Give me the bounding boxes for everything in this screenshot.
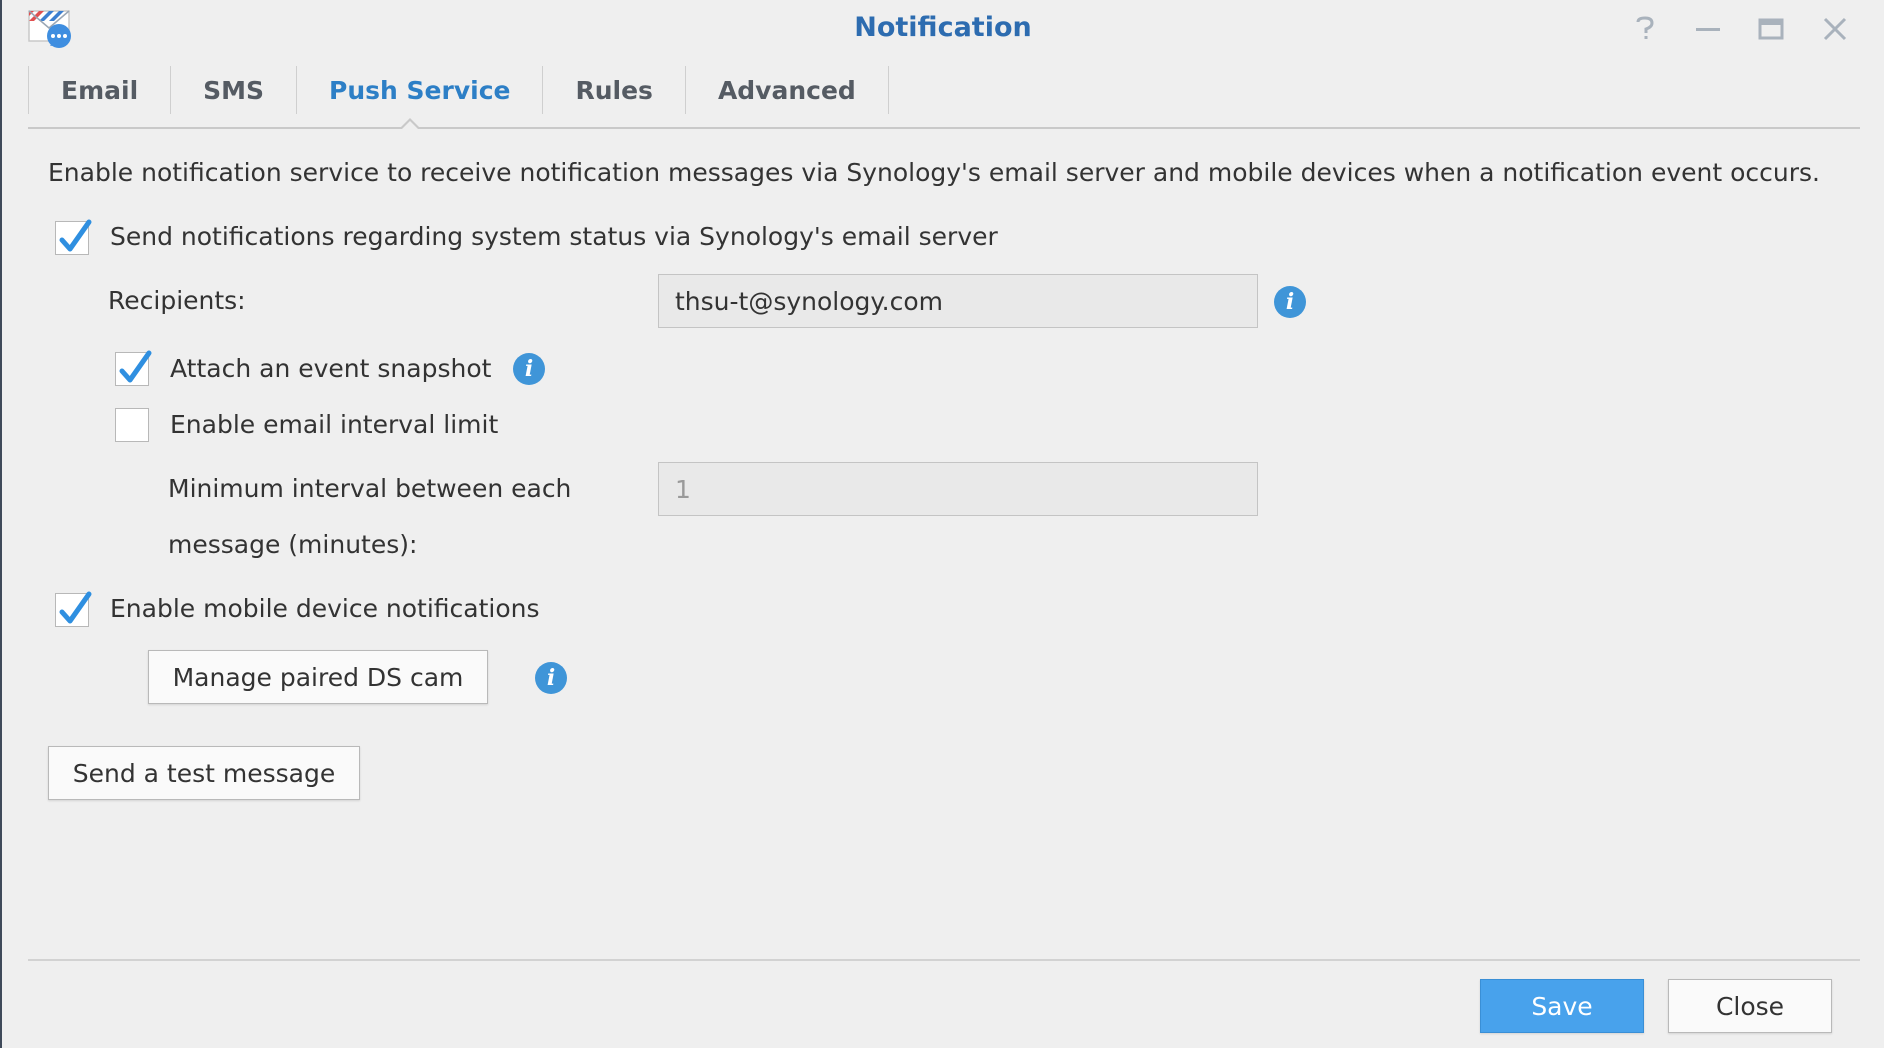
attach-snapshot-label: Attach an event snapshot	[170, 354, 492, 383]
send-test-message-button[interactable]: Send a test message	[48, 746, 360, 800]
help-icon[interactable]	[1628, 12, 1662, 46]
recipients-info-icon[interactable]: i	[1274, 286, 1306, 318]
minimize-icon[interactable]	[1691, 12, 1725, 46]
attach-snapshot-checkbox[interactable]	[115, 350, 152, 386]
save-button[interactable]: Save	[1480, 979, 1644, 1033]
tab-advanced[interactable]: Advanced	[686, 66, 889, 114]
interval-limit-label: Enable email interval limit	[170, 410, 499, 439]
window-title: Notification	[854, 12, 1032, 43]
close-icon[interactable]	[1818, 12, 1852, 46]
tab-sms[interactable]: SMS	[171, 66, 298, 114]
tab-divider	[28, 127, 1860, 129]
mobile-notifications-checkbox[interactable]	[55, 591, 92, 627]
ds-cam-info-icon[interactable]: i	[535, 662, 567, 694]
tab-email[interactable]: Email	[28, 66, 172, 114]
recipients-label: Recipients:	[108, 286, 246, 315]
tab-bar: Email SMS Push Service Rules Advanced	[28, 66, 889, 114]
notification-window: Notification Email SMS Push Service Rule…	[0, 0, 1884, 1048]
mobile-notifications-label: Enable mobile device notifications	[110, 594, 540, 623]
recipients-input[interactable]: thsu-t@synology.com	[658, 274, 1258, 328]
footer-divider	[28, 959, 1860, 961]
description-text: Enable notification service to receive n…	[48, 158, 1820, 187]
min-interval-input[interactable]: 1	[658, 462, 1258, 516]
min-interval-label-line1: Minimum interval between each	[168, 474, 572, 503]
manage-ds-cam-button[interactable]: Manage paired DS cam	[148, 650, 488, 704]
send-status-label: Send notifications regarding system stat…	[110, 222, 998, 251]
min-interval-label-line2: message (minutes):	[168, 530, 418, 559]
attach-snapshot-info-icon[interactable]: i	[513, 353, 545, 385]
maximize-icon[interactable]	[1754, 12, 1788, 46]
tab-push-service[interactable]: Push Service	[297, 66, 544, 114]
send-status-checkbox[interactable]	[55, 219, 92, 255]
tab-rules[interactable]: Rules	[543, 66, 686, 114]
close-button[interactable]: Close	[1668, 979, 1832, 1033]
interval-limit-checkbox[interactable]	[115, 408, 149, 442]
